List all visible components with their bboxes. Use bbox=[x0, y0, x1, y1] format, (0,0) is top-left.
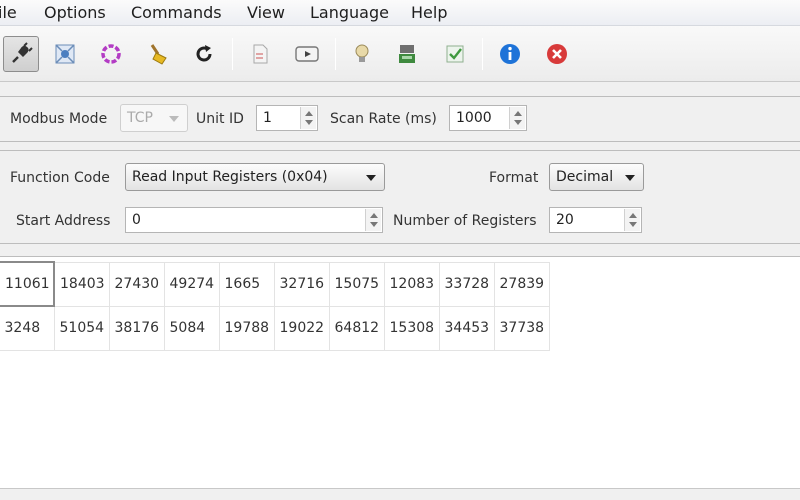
menu-file[interactable]: ile bbox=[0, 3, 17, 23]
device-button[interactable] bbox=[389, 36, 425, 72]
check-button[interactable] bbox=[437, 36, 473, 72]
function-code-value: Read Input Registers (0x04) bbox=[132, 169, 328, 185]
scan-rate-label: Scan Rate (ms) bbox=[330, 111, 437, 127]
register-cell[interactable]: 38176 bbox=[108, 305, 165, 351]
register-grid: 11061 18403 27430 49274 1665 32716 15075… bbox=[0, 256, 800, 488]
bulb-icon bbox=[355, 44, 369, 62]
table-row: 3248 51054 38176 5084 19788 19022 64812 … bbox=[0, 305, 550, 351]
page-icon bbox=[253, 44, 268, 64]
function-code-label: Function Code bbox=[10, 170, 110, 186]
start-address-stepper[interactable] bbox=[365, 209, 381, 231]
register-count-input[interactable]: 20 bbox=[549, 207, 642, 233]
modbus-mode-value: TCP bbox=[127, 110, 153, 126]
table-row: 11061 18403 27430 49274 1665 32716 15075… bbox=[0, 261, 550, 307]
register-cell[interactable]: 15075 bbox=[328, 261, 385, 307]
unit-id-label: Unit ID bbox=[196, 111, 244, 127]
scan-rate-stepper[interactable] bbox=[509, 107, 525, 129]
clear-button[interactable] bbox=[140, 36, 176, 72]
register-cell[interactable]: 11061 bbox=[0, 261, 55, 307]
ring-button[interactable] bbox=[93, 36, 129, 72]
register-cell[interactable]: 64812 bbox=[328, 305, 385, 351]
unit-id-stepper[interactable] bbox=[300, 107, 316, 129]
register-cell[interactable]: 34453 bbox=[438, 305, 495, 351]
register-cell[interactable]: 19788 bbox=[218, 305, 275, 351]
menu-view[interactable]: View bbox=[247, 3, 285, 23]
about-button[interactable] bbox=[492, 36, 528, 72]
close-icon bbox=[547, 44, 567, 64]
chevron-down-icon bbox=[366, 175, 376, 181]
modbus-mode-select[interactable]: TCP bbox=[120, 104, 188, 132]
register-table: 11061 18403 27430 49274 1665 32716 15075… bbox=[0, 261, 550, 351]
refresh-button[interactable] bbox=[186, 36, 222, 72]
toolbar bbox=[0, 26, 800, 82]
format-select[interactable]: Decimal bbox=[549, 163, 644, 191]
menu-commands[interactable]: Commands bbox=[131, 3, 222, 23]
register-cell[interactable]: 5084 bbox=[163, 305, 220, 351]
register-cell[interactable]: 27430 bbox=[108, 261, 165, 307]
register-cell[interactable]: 27839 bbox=[493, 261, 550, 307]
register-cell[interactable]: 32716 bbox=[273, 261, 330, 307]
start-address-label: Start Address bbox=[16, 213, 111, 229]
unit-id-value: 1 bbox=[263, 110, 272, 126]
register-cell[interactable]: 15308 bbox=[383, 305, 440, 351]
exit-button[interactable] bbox=[539, 36, 575, 72]
chevron-down-icon bbox=[625, 175, 635, 181]
play-icon bbox=[295, 46, 319, 62]
connect-button[interactable] bbox=[3, 36, 39, 72]
device-icon bbox=[399, 45, 415, 63]
register-cell[interactable]: 49274 bbox=[163, 261, 220, 307]
toolbar-separator bbox=[232, 38, 233, 70]
network-button[interactable] bbox=[47, 36, 83, 72]
menu-bar: ile Options Commands View Language Help bbox=[0, 0, 800, 26]
register-cell[interactable]: 19022 bbox=[273, 305, 330, 351]
refresh-icon bbox=[196, 45, 212, 62]
function-code-select[interactable]: Read Input Registers (0x04) bbox=[125, 163, 385, 191]
register-cell[interactable]: 1665 bbox=[218, 261, 275, 307]
modbus-mode-label: Modbus Mode bbox=[10, 111, 108, 127]
status-bar bbox=[0, 488, 800, 500]
chevron-down-icon bbox=[169, 116, 179, 122]
network-icon bbox=[55, 44, 75, 64]
plug-icon bbox=[12, 42, 33, 63]
toolbar-separator bbox=[335, 38, 336, 70]
unit-id-input[interactable]: 1 bbox=[256, 105, 318, 131]
info-icon bbox=[500, 44, 520, 64]
log-button[interactable] bbox=[242, 36, 278, 72]
scan-rate-value: 1000 bbox=[456, 110, 492, 126]
broom-icon bbox=[150, 44, 167, 65]
register-cell[interactable]: 33728 bbox=[438, 261, 495, 307]
format-value: Decimal bbox=[556, 169, 614, 185]
register-cell[interactable]: 3248 bbox=[0, 305, 55, 351]
start-address-value: 0 bbox=[132, 212, 141, 228]
play-button[interactable] bbox=[289, 36, 325, 72]
register-count-label: Number of Registers bbox=[393, 213, 537, 229]
register-cell[interactable]: 37738 bbox=[493, 305, 550, 351]
menu-language[interactable]: Language bbox=[310, 3, 389, 23]
register-count-value: 20 bbox=[556, 212, 574, 228]
connection-panel: Modbus Mode TCP Unit ID 1 Scan Rate (ms)… bbox=[0, 96, 800, 142]
check-icon bbox=[446, 45, 464, 63]
start-address-input[interactable]: 0 bbox=[125, 207, 383, 233]
request-panel: Function Code Read Input Registers (0x04… bbox=[0, 150, 800, 244]
menu-help[interactable]: Help bbox=[411, 3, 447, 23]
register-cell[interactable]: 12083 bbox=[383, 261, 440, 307]
register-count-stepper[interactable] bbox=[624, 209, 640, 231]
format-label: Format bbox=[489, 170, 539, 186]
register-cell[interactable]: 51054 bbox=[53, 305, 110, 351]
scan-rate-input[interactable]: 1000 bbox=[449, 105, 527, 131]
toolbar-separator bbox=[482, 38, 483, 70]
bulb-button[interactable] bbox=[344, 36, 380, 72]
ring-icon bbox=[101, 44, 121, 64]
menu-options[interactable]: Options bbox=[44, 3, 106, 23]
register-cell[interactable]: 18403 bbox=[53, 261, 110, 307]
